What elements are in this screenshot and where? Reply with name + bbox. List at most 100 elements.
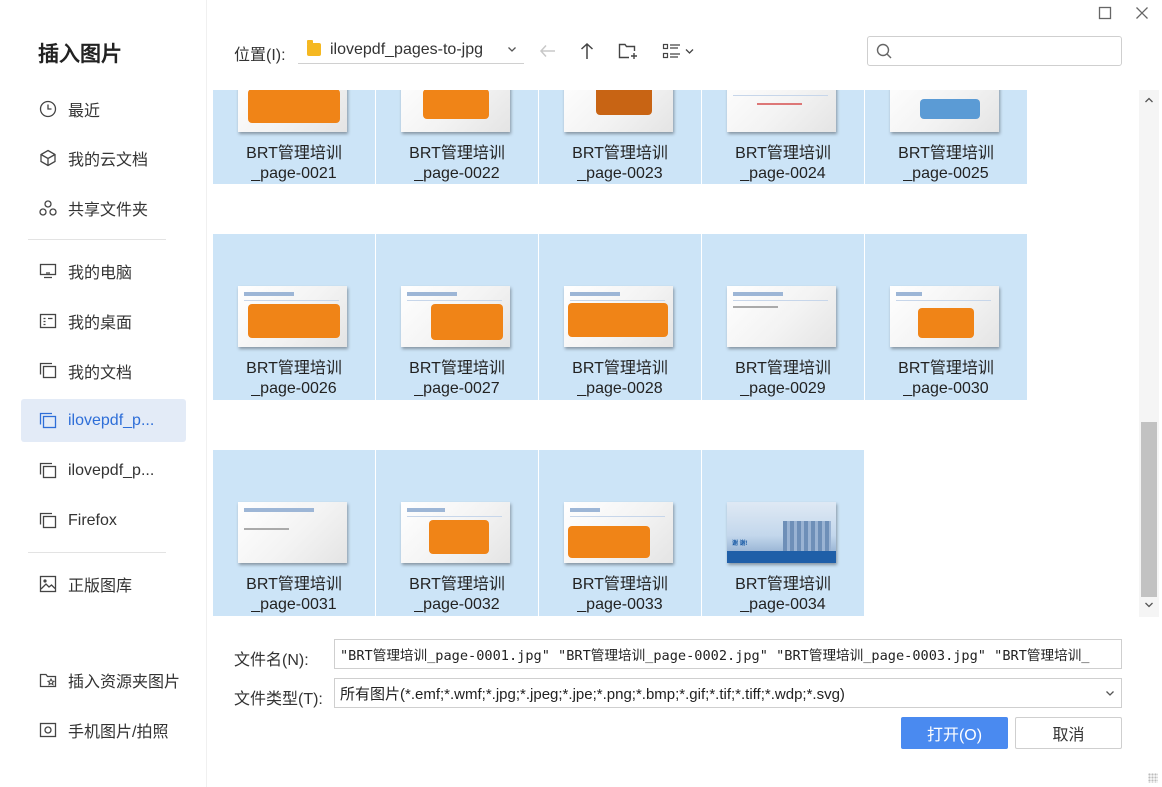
file-tile[interactable]: BRT管理培训 _page-0032 <box>376 450 538 616</box>
file-tile[interactable]: BRT管理培训 _page-0023 <box>539 90 701 184</box>
filetype-value: 所有图片(*.emf;*.wmf;*.jpg;*.jpeg;*.jpe;*.pn… <box>340 685 845 703</box>
back-button[interactable] <box>535 38 561 64</box>
file-tile[interactable]: BRT管理培训 _page-0022 <box>376 90 538 184</box>
arrow-left-icon <box>539 44 555 58</box>
thumbnail <box>401 502 510 563</box>
file-name: BRT管理培训 _page-0032 <box>409 576 505 613</box>
sidebar-item-cloud-docs[interactable]: 我的云文档 <box>21 136 186 179</box>
cloud-doc-icon <box>38 148 58 168</box>
scroll-up-icon[interactable] <box>1143 94 1155 106</box>
thumbnail <box>238 286 347 347</box>
sidebar-item-label: Firefox <box>68 511 117 529</box>
sidebar-item-label: ilovepdf_p... <box>68 411 155 429</box>
sidebar-item-label: 我的云文档 <box>68 151 149 169</box>
thumbnail <box>564 286 673 347</box>
folder-icon <box>38 411 58 431</box>
thumbnail <box>890 286 999 347</box>
thumbnail <box>564 502 673 563</box>
sidebar-item-label: 我的电脑 <box>68 264 133 282</box>
sidebar-item-ilovepdf-2[interactable]: ilovepdf_p... <box>21 449 186 492</box>
file-name: BRT管理培训 _page-0033 <box>572 576 668 613</box>
file-name: BRT管理培训 _page-0027 <box>409 360 505 397</box>
file-tile[interactable]: BRT管理培训 _page-0028 <box>539 234 701 400</box>
folder-icon <box>38 461 58 481</box>
cancel-button[interactable]: 取消 <box>1015 717 1122 749</box>
sidebar-item-shared-folder[interactable]: 共享文件夹 <box>21 186 186 229</box>
file-name: BRT管理培训 _page-0024 <box>735 145 831 182</box>
file-tile[interactable]: BRT管理培训 _page-0030 <box>865 234 1027 400</box>
file-name: BRT管理培训 _page-0030 <box>898 360 994 397</box>
thumbnail <box>564 90 673 132</box>
sidebar-item-label: 手机图片/拍照 <box>68 723 169 741</box>
sidebar-item-firefox[interactable]: Firefox <box>21 499 186 542</box>
location-dropdown[interactable]: ilovepdf_pages-to-jpg <box>298 36 524 64</box>
sidebar-item-label: 我的桌面 <box>68 314 133 332</box>
sidebar-divider <box>28 239 166 240</box>
documents-icon <box>38 361 58 381</box>
sidebar-item-resource-folder-images[interactable]: 插入资源夹图片 <box>21 658 186 701</box>
thumbnail <box>401 90 510 132</box>
search-box <box>867 36 1122 66</box>
sidebar-item-ilovepdf-1[interactable]: ilovepdf_p... <box>21 399 186 442</box>
chevron-down-icon <box>1104 686 1116 703</box>
maximize-button[interactable] <box>1094 2 1116 24</box>
file-name: BRT管理培训 _page-0025 <box>898 145 994 182</box>
sidebar-item-label: 共享文件夹 <box>68 201 149 219</box>
scroll-down-icon[interactable] <box>1143 599 1155 611</box>
file-name: BRT管理培训 _page-0034 <box>735 576 831 613</box>
file-tile[interactable]: BRT管理培训 _page-0033 <box>539 450 701 616</box>
sidebar-item-recent[interactable]: 最近 <box>21 87 186 130</box>
clock-icon <box>38 99 58 119</box>
sidebar-divider <box>28 552 166 553</box>
close-button[interactable] <box>1131 2 1153 24</box>
phone-photo-icon <box>38 720 58 740</box>
file-name: BRT管理培训 _page-0021 <box>246 145 342 182</box>
shared-folder-icon <box>38 198 58 218</box>
desktop-icon <box>38 311 58 331</box>
filetype-label: 文件类型(T): <box>234 691 323 708</box>
sidebar-item-label: 我的文档 <box>68 364 133 382</box>
sidebar-item-my-documents[interactable]: 我的文档 <box>21 349 186 392</box>
file-name: BRT管理培训 _page-0022 <box>409 145 505 182</box>
vertical-scrollbar[interactable] <box>1139 90 1159 617</box>
file-tile[interactable]: BRT管理培训 _page-0024 <box>702 90 864 184</box>
search-input[interactable] <box>898 43 1118 59</box>
view-mode-button[interactable] <box>660 38 700 64</box>
file-tile[interactable]: 谢 谢! BRT管理培训 _page-0034 <box>702 450 864 616</box>
resize-grip[interactable] <box>1148 773 1158 783</box>
sidebar-item-image-library[interactable]: 正版图库 <box>21 562 186 605</box>
sidebar-item-my-desktop[interactable]: 我的桌面 <box>21 299 186 342</box>
file-tile[interactable]: BRT管理培训 _page-0021 <box>213 90 375 184</box>
sidebar-item-my-computer[interactable]: 我的电脑 <box>21 249 186 292</box>
thumbnail <box>401 286 510 347</box>
sidebar-item-phone-photo[interactable]: 手机图片/拍照 <box>21 708 186 751</box>
thumbnail <box>238 90 347 132</box>
up-folder-button[interactable] <box>574 38 600 64</box>
filename-input[interactable]: "BRT管理培训_page-0001.jpg" "BRT管理培训_page-00… <box>334 639 1122 669</box>
search-icon <box>876 43 892 59</box>
new-folder-button[interactable] <box>615 38 641 64</box>
location-value: ilovepdf_pages-to-jpg <box>330 40 483 58</box>
sidebar-item-label: ilovepdf_p... <box>68 461 155 479</box>
filename-value: "BRT管理培训_page-0001.jpg" "BRT管理培训_page-00… <box>340 648 1090 664</box>
filetype-select[interactable]: 所有图片(*.emf;*.wmf;*.jpg;*.jpeg;*.jpe;*.pn… <box>334 678 1122 708</box>
file-tile[interactable]: BRT管理培训 _page-0027 <box>376 234 538 400</box>
file-tile[interactable]: BRT管理培训 _page-0029 <box>702 234 864 400</box>
thumbnail: 谢 谢! <box>727 502 836 563</box>
file-tile[interactable]: BRT管理培训 _page-0031 <box>213 450 375 616</box>
file-tile[interactable]: BRT管理培训 _page-0025 <box>865 90 1027 184</box>
close-icon <box>1136 7 1148 19</box>
file-tile[interactable]: BRT管理培训 _page-0026 <box>213 234 375 400</box>
open-button[interactable]: 打开(O) <box>901 717 1008 749</box>
thumbnail <box>890 90 999 132</box>
computer-icon <box>38 261 58 281</box>
filename-label: 文件名(N): <box>234 652 309 669</box>
arrow-up-icon <box>580 42 594 59</box>
file-name: BRT管理培训 _page-0028 <box>572 360 668 397</box>
scrollbar-thumb[interactable] <box>1141 422 1157 597</box>
resource-folder-icon <box>38 670 58 690</box>
location-label: 位置(I): <box>234 47 286 64</box>
chevron-down-icon <box>506 42 518 60</box>
file-name: BRT管理培训 _page-0026 <box>246 360 342 397</box>
file-name: BRT管理培训 _page-0031 <box>246 576 342 613</box>
